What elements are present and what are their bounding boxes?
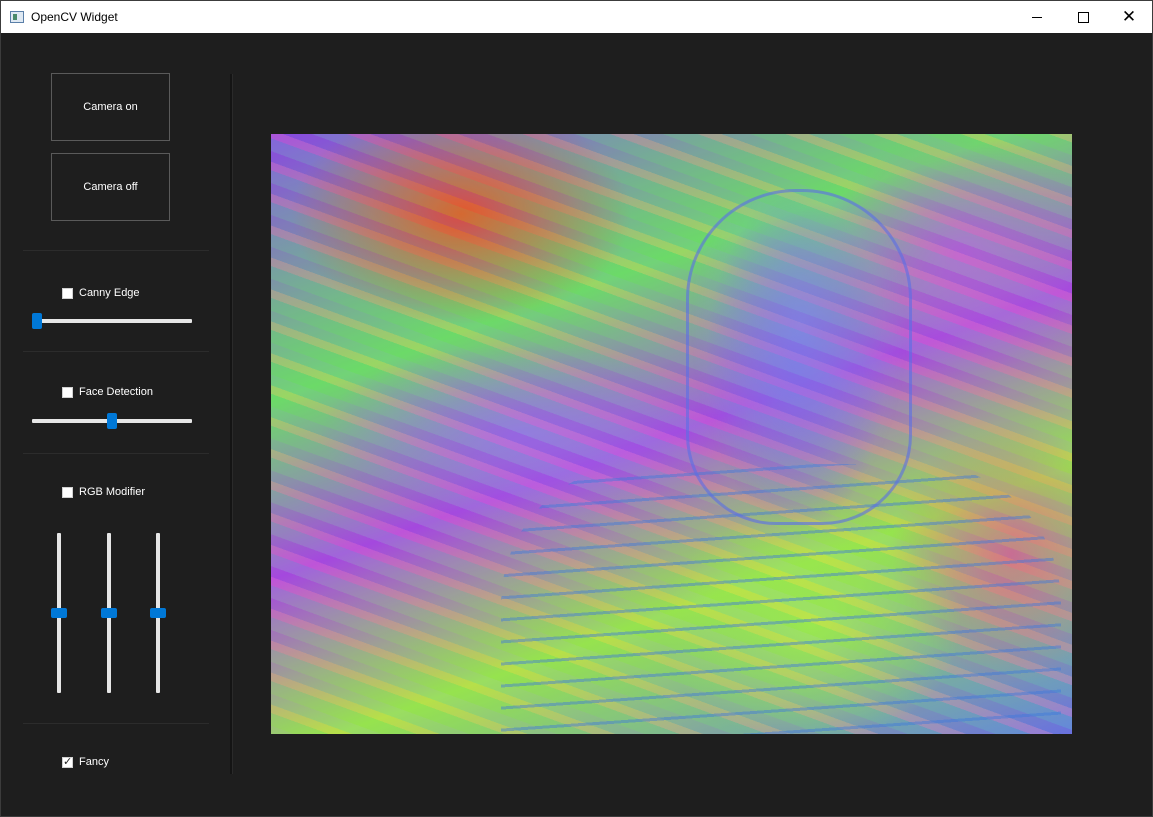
canny-edge-label: Canny Edge (79, 287, 140, 299)
blue-channel-slider[interactable] (150, 533, 166, 693)
rgb-modifier-checkbox[interactable] (62, 486, 73, 498)
maximize-button[interactable] (1060, 1, 1106, 33)
opencv-widget-window: OpenCV Widget ✕ Camera on Camera off Can… (0, 0, 1153, 817)
divider (23, 250, 209, 251)
face-detection-label: Face Detection (79, 386, 153, 398)
face-detection-checkbox[interactable] (62, 386, 73, 398)
divider (23, 351, 209, 352)
maximize-icon (1077, 11, 1089, 23)
client-area: Camera on Camera off Canny Edge Face Det… (1, 33, 1152, 816)
camera-feed-image (271, 134, 1072, 734)
fancy-label: Fancy (79, 756, 109, 768)
fancy-option[interactable]: Fancy (62, 755, 109, 768)
red-channel-slider[interactable] (51, 533, 67, 693)
slider-handle[interactable] (32, 313, 42, 329)
fancy-checkbox[interactable] (62, 755, 73, 768)
slider-handle[interactable] (150, 608, 166, 618)
slider-track (32, 319, 192, 323)
vertical-divider (230, 74, 233, 774)
close-button[interactable]: ✕ (1106, 1, 1152, 33)
canny-edge-checkbox[interactable] (62, 287, 73, 299)
camera-off-button[interactable]: Camera off (51, 153, 170, 221)
camera-on-button[interactable]: Camera on (51, 73, 170, 141)
rgb-modifier-option[interactable]: RGB Modifier (62, 486, 145, 498)
slider-handle[interactable] (51, 608, 67, 618)
window-title: OpenCV Widget (31, 10, 118, 24)
close-icon: ✕ (1121, 6, 1137, 27)
divider (23, 723, 209, 724)
divider (23, 453, 209, 454)
minimize-icon (1032, 16, 1042, 18)
slider-handle[interactable] (101, 608, 117, 618)
slider-handle[interactable] (107, 413, 117, 429)
face-detection-option[interactable]: Face Detection (62, 386, 153, 398)
title-bar[interactable]: OpenCV Widget ✕ (1, 1, 1152, 33)
minimize-button[interactable] (1014, 1, 1060, 33)
feed-head-region (686, 189, 912, 525)
face-detection-slider[interactable] (32, 413, 192, 429)
app-icon (10, 11, 24, 23)
canny-threshold-slider[interactable] (32, 313, 192, 329)
canny-edge-option[interactable]: Canny Edge (62, 287, 140, 299)
rgb-modifier-label: RGB Modifier (79, 486, 146, 498)
green-channel-slider[interactable] (101, 533, 117, 693)
